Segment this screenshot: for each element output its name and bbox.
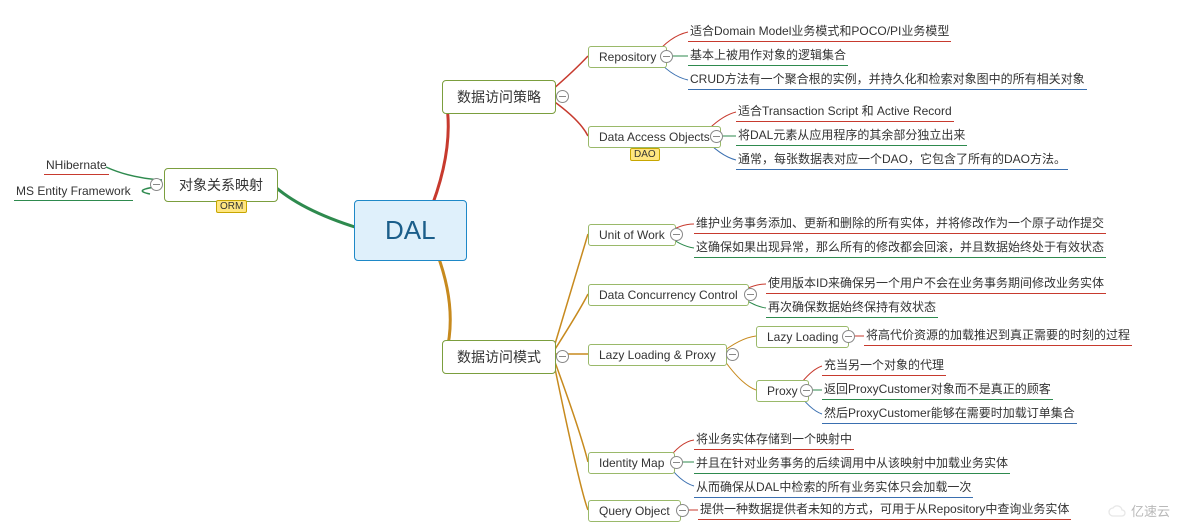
leaf-msentity[interactable]: MS Entity Framework <box>14 184 133 201</box>
node-dcc[interactable]: Data Concurrency Control <box>588 284 749 306</box>
node-strategy[interactable]: 数据访问策略 <box>442 80 556 114</box>
leaf-uow-1[interactable]: 这确保如果出现异常，那么所有的修改都会回滚，并且数据始终处于有效状态 <box>694 238 1106 258</box>
leaf-idmap-2[interactable]: 从而确保从DAL中检索的所有业务实体只会加载一次 <box>694 478 973 498</box>
leaf-idmap-0[interactable]: 将业务实体存储到一个映射中 <box>694 430 854 450</box>
node-lazy[interactable]: Lazy Loading & Proxy <box>588 344 727 366</box>
toggle-icon[interactable] <box>556 90 569 103</box>
toggle-icon[interactable] <box>744 288 757 301</box>
watermark: 亿速云 <box>1107 501 1170 520</box>
leaf-dao-1[interactable]: 将DAL元素从应用程序的其余部分独立出来 <box>736 126 967 146</box>
leaf-dao-0[interactable]: 适合Transaction Script 和 Active Record <box>736 102 954 122</box>
toggle-icon[interactable] <box>660 50 673 63</box>
leaf-nhibernate[interactable]: NHibernate <box>44 158 109 175</box>
leaf-dcc-1[interactable]: 再次确保数据始终保持有效状态 <box>766 298 938 318</box>
watermark-text: 亿速云 <box>1131 501 1170 520</box>
leaf-dao-2[interactable]: 通常，每张数据表对应一个DAO，它包含了所有的DAO方法。 <box>736 150 1068 170</box>
node-uow[interactable]: Unit of Work <box>588 224 676 246</box>
leaf-proxy-2[interactable]: 然后ProxyCustomer能够在需要时加载订单集合 <box>822 404 1077 424</box>
leaf-ll[interactable]: 将高代价资源的加载推迟到真正需要的时刻的过程 <box>864 326 1132 346</box>
leaf-proxy-1[interactable]: 返回ProxyCustomer对象而不是真正的顾客 <box>822 380 1053 400</box>
leaf-dcc-0[interactable]: 使用版本ID来确保另一个用户不会在业务事务期间修改业务实体 <box>766 274 1106 294</box>
leaf-idmap-1[interactable]: 并且在针对业务事务的后续调用中从该映射中加载业务实体 <box>694 454 1010 474</box>
leaf-repo-0[interactable]: 适合Domain Model业务模式和POCO/PI业务模型 <box>688 22 951 42</box>
cloud-icon <box>1107 504 1127 518</box>
node-pattern[interactable]: 数据访问模式 <box>442 340 556 374</box>
leaf-proxy-0[interactable]: 充当另一个对象的代理 <box>822 356 946 376</box>
tag-dao: DAO <box>630 148 660 161</box>
leaf-query[interactable]: 提供一种数据提供者未知的方式，可用于从Repository中查询业务实体 <box>698 500 1071 520</box>
toggle-icon[interactable] <box>676 504 689 517</box>
toggle-icon[interactable] <box>726 348 739 361</box>
toggle-icon[interactable] <box>842 330 855 343</box>
tag-orm: ORM <box>216 200 247 213</box>
leaf-uow-0[interactable]: 维护业务事务添加、更新和删除的所有实体，并将修改作为一个原子动作提交 <box>694 214 1106 234</box>
root-node[interactable]: DAL <box>354 200 467 261</box>
node-orm[interactable]: 对象关系映射 <box>164 168 278 202</box>
node-lazyloading[interactable]: Lazy Loading <box>756 326 849 348</box>
leaf-repo-1[interactable]: 基本上被用作对象的逻辑集合 <box>688 46 848 66</box>
node-query[interactable]: Query Object <box>588 500 681 522</box>
toggle-icon[interactable] <box>556 350 569 363</box>
node-dao[interactable]: Data Access Objects <box>588 126 721 148</box>
toggle-icon[interactable] <box>150 178 163 191</box>
toggle-icon[interactable] <box>710 130 723 143</box>
leaf-repo-2[interactable]: CRUD方法有一个聚合根的实例，并持久化和检索对象图中的所有相关对象 <box>688 70 1087 90</box>
node-idmap[interactable]: Identity Map <box>588 452 675 474</box>
toggle-icon[interactable] <box>670 228 683 241</box>
toggle-icon[interactable] <box>800 384 813 397</box>
toggle-icon[interactable] <box>670 456 683 469</box>
node-repository[interactable]: Repository <box>588 46 667 68</box>
